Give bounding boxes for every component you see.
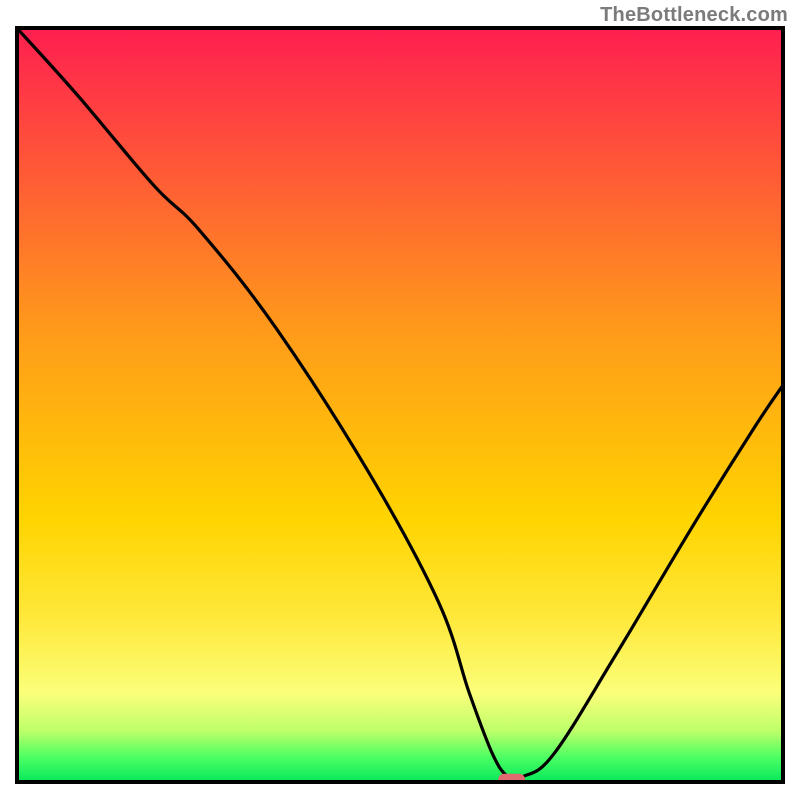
chart-container: TheBottleneck.com [0, 0, 800, 800]
bottleneck-curve [15, 26, 785, 779]
plot-frame [15, 26, 785, 784]
watermark-text: TheBottleneck.com [600, 4, 788, 27]
curve-layer [15, 26, 785, 784]
optimal-marker [498, 774, 525, 784]
